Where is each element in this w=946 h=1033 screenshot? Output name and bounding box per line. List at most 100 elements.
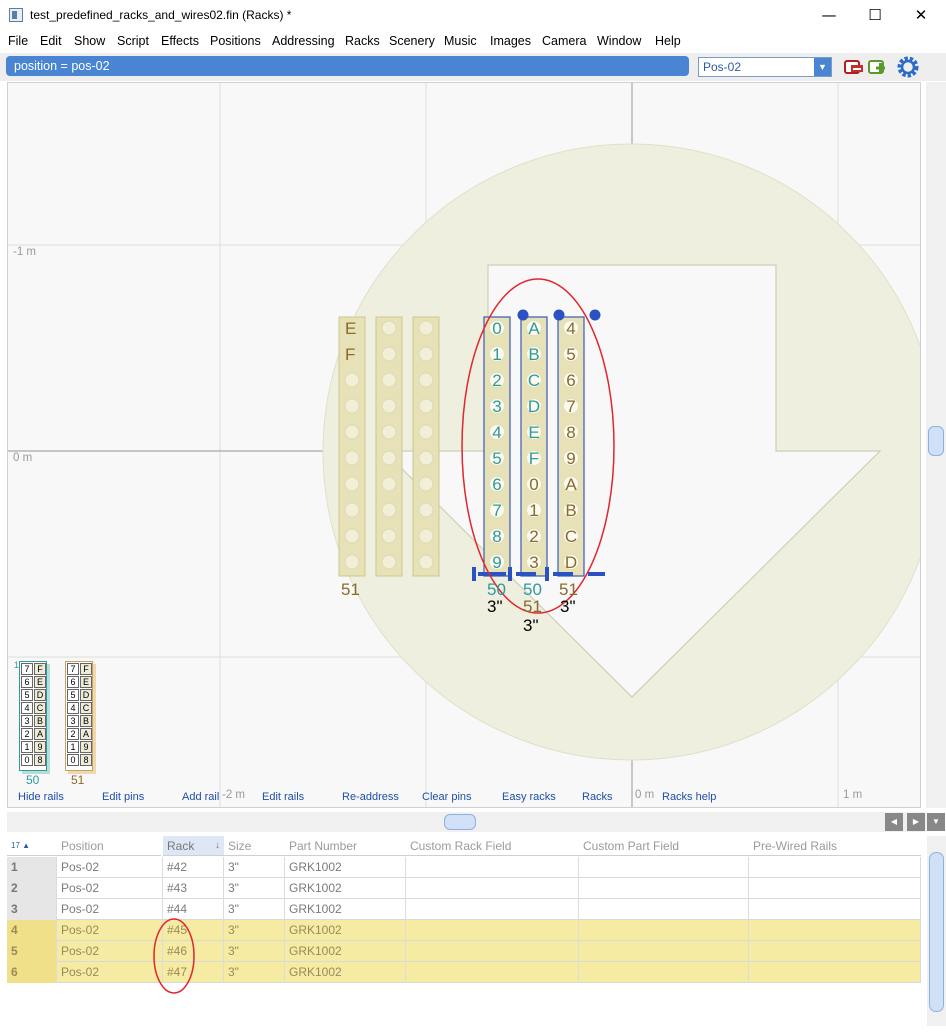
column-header-custom-rack-field[interactable]: Custom Rack Field (406, 836, 579, 856)
cell-rack[interactable]: #42 (163, 857, 224, 878)
table-row[interactable]: 5 Pos-02 #46 3" GRK1002 (7, 941, 921, 962)
column-header-size[interactable]: Size (224, 836, 285, 856)
cell-part[interactable]: GRK1002 (285, 857, 406, 878)
scroll-right-arrow[interactable]: ▶ (907, 813, 925, 831)
table-row[interactable]: 3 Pos-02 #44 3" GRK1002 (7, 899, 921, 920)
column-header-position[interactable]: Position (57, 836, 161, 856)
cell-empty[interactable] (749, 920, 921, 941)
cell-n[interactable]: 1 (7, 857, 57, 878)
cell-n[interactable]: 3 (7, 899, 57, 920)
cell-empty[interactable] (749, 878, 921, 899)
cell-size[interactable]: 3" (224, 941, 285, 962)
menu-script[interactable]: Script (117, 34, 149, 48)
menu-positions[interactable]: Positions (210, 34, 261, 48)
edit-pins-link[interactable]: Edit pins (102, 791, 144, 803)
position-select[interactable]: Pos-02 (698, 57, 832, 77)
menu-show[interactable]: Show (74, 34, 105, 48)
cell-position[interactable]: Pos-02 (57, 941, 163, 962)
cell-size[interactable]: 3" (224, 857, 285, 878)
cell-empty[interactable] (406, 878, 579, 899)
maximize-button[interactable]: ☐ (852, 0, 898, 31)
edit-rails-link[interactable]: Edit rails (262, 791, 304, 803)
cell-size[interactable]: 3" (224, 899, 285, 920)
cell-empty[interactable] (749, 962, 921, 983)
table-row[interactable]: 6 Pos-02 #47 3" GRK1002 (7, 962, 921, 983)
cell-empty[interactable] (406, 962, 579, 983)
add-rack-icon[interactable] (866, 57, 886, 77)
cell-size[interactable]: 3" (224, 920, 285, 941)
easy-racks-link[interactable]: Easy racks (502, 791, 556, 803)
cell-empty[interactable] (579, 857, 749, 878)
clear-pins-link[interactable]: Clear pins (422, 791, 472, 803)
racks-help-link[interactable]: Racks help (662, 791, 716, 803)
column-header-rack[interactable]: Rack ↓ (163, 836, 224, 856)
cell-size[interactable]: 3" (224, 878, 285, 899)
cell-part[interactable]: GRK1002 (285, 941, 406, 962)
legend-rack-50[interactable]: 7F6E5D4C3B2A1908 (19, 661, 47, 771)
cell-part[interactable]: GRK1002 (285, 920, 406, 941)
scroll-down-arrow[interactable]: ▼ (927, 813, 945, 831)
menu-edit[interactable]: Edit (40, 34, 62, 48)
cell-n[interactable]: 5 (7, 941, 57, 962)
cell-position[interactable]: Pos-02 (57, 962, 163, 983)
cell-position[interactable]: Pos-02 (57, 920, 163, 941)
cell-n[interactable]: 4 (7, 920, 57, 941)
scroll-left-arrow[interactable]: ◀ (885, 813, 903, 831)
menu-file[interactable]: File (8, 34, 28, 48)
canvas-horizontal-thumb[interactable] (444, 814, 476, 830)
cell-empty[interactable] (749, 899, 921, 920)
cell-empty[interactable] (579, 941, 749, 962)
chevron-down-icon[interactable]: ▼ (814, 58, 831, 76)
minimize-button[interactable]: — (806, 0, 852, 31)
table-row[interactable]: 4 Pos-02 #45 3" GRK1002 (7, 920, 921, 941)
rack-canvas[interactable]: 0123456789ABCDEF0123456789ABCD E F 51 50… (7, 82, 921, 808)
column-header-pre-wired-rails[interactable]: Pre-Wired Rails (749, 836, 921, 856)
menu-scenery[interactable]: Scenery (389, 34, 435, 48)
cell-position[interactable]: Pos-02 (57, 857, 163, 878)
cell-empty[interactable] (406, 857, 579, 878)
racks-link[interactable]: Racks (582, 791, 613, 803)
column-header-part-number[interactable]: Part Number (285, 836, 406, 856)
cell-empty[interactable] (579, 878, 749, 899)
add-rail-link[interactable]: Add rail (182, 791, 219, 803)
cell-position[interactable]: Pos-02 (57, 899, 163, 920)
cell-empty[interactable] (579, 899, 749, 920)
cell-empty[interactable] (406, 920, 579, 941)
hide-rails-link[interactable]: Hide rails (18, 791, 64, 803)
menu-addressing[interactable]: Addressing (272, 34, 335, 48)
cell-part[interactable]: GRK1002 (285, 962, 406, 983)
cell-empty[interactable] (406, 941, 579, 962)
menu-camera[interactable]: Camera (542, 34, 586, 48)
filter-input[interactable]: position = pos-02 (6, 56, 689, 76)
legend-rack-51[interactable]: 7F6E5D4C3B2A1908 (65, 661, 93, 771)
canvas-vertical-thumb[interactable] (928, 426, 944, 456)
cell-empty[interactable] (749, 941, 921, 962)
cell-empty[interactable] (579, 962, 749, 983)
gear-icon[interactable] (896, 55, 920, 79)
column-header-custom-part-field[interactable]: Custom Part Field (579, 836, 749, 856)
cell-n[interactable]: 2 (7, 878, 57, 899)
cell-empty[interactable] (749, 857, 921, 878)
table-row[interactable]: 2 Pos-02 #43 3" GRK1002 (7, 878, 921, 899)
cell-part[interactable]: GRK1002 (285, 878, 406, 899)
table-row[interactable]: 1 Pos-02 #42 3" GRK1002 (7, 857, 921, 878)
grid-corner[interactable]: 17 ▲ (7, 836, 57, 856)
menu-images[interactable]: Images (490, 34, 531, 48)
re-address-link[interactable]: Re-address (342, 791, 399, 803)
grid-vertical-thumb[interactable] (929, 852, 944, 1012)
cell-size[interactable]: 3" (224, 962, 285, 983)
cell-position[interactable]: Pos-02 (57, 878, 163, 899)
close-button[interactable]: ✕ (898, 0, 944, 31)
menu-racks[interactable]: Racks (345, 34, 380, 48)
cell-rack[interactable]: #43 (163, 878, 224, 899)
menu-help[interactable]: Help (655, 34, 681, 48)
menu-music[interactable]: Music (444, 34, 477, 48)
cell-n[interactable]: 6 (7, 962, 57, 983)
cell-part[interactable]: GRK1002 (285, 899, 406, 920)
cell-empty[interactable] (579, 920, 749, 941)
cell-empty[interactable] (406, 899, 579, 920)
left-rack-letter: E (345, 319, 357, 338)
menu-effects[interactable]: Effects (161, 34, 199, 48)
menu-window[interactable]: Window (597, 34, 641, 48)
remove-rack-icon[interactable] (842, 57, 863, 77)
